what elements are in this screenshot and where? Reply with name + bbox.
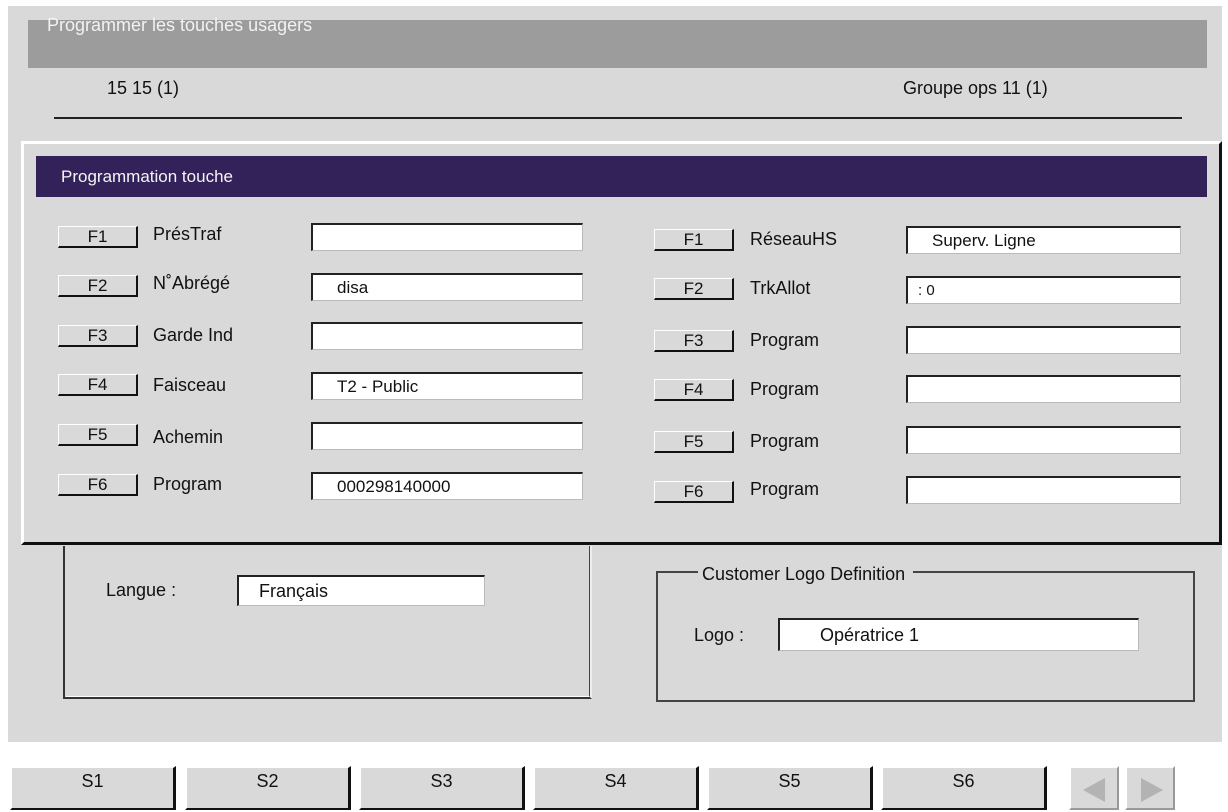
softkey-s5[interactable]: S5 bbox=[707, 766, 873, 810]
left-f2-label: N˚Abrégé bbox=[153, 273, 231, 293]
softkey-s2[interactable]: S2 bbox=[185, 766, 351, 810]
softkey-s4[interactable]: S4 bbox=[533, 766, 699, 810]
language-label: Langue : bbox=[106, 580, 177, 600]
right-f6-field[interactable] bbox=[906, 476, 1181, 504]
right-f1-label: RéseauHS bbox=[750, 229, 838, 249]
left-f4-label: Faisceau bbox=[153, 375, 227, 395]
left-f3-key[interactable]: F3 bbox=[58, 325, 138, 347]
language-field[interactable]: Français bbox=[237, 575, 485, 606]
left-f6-field[interactable]: 000298140000 bbox=[311, 472, 583, 500]
logo-label: Logo : bbox=[694, 625, 745, 645]
right-f5-key[interactable]: F5 bbox=[654, 431, 734, 453]
left-f1-field[interactable] bbox=[311, 223, 583, 251]
right-f3-field[interactable] bbox=[906, 326, 1181, 354]
right-f4-key[interactable]: F4 bbox=[654, 379, 734, 401]
right-f3-label: Program bbox=[750, 330, 820, 350]
station-label: 15 15 (1) bbox=[107, 78, 180, 98]
left-f2-field[interactable]: disa bbox=[311, 273, 583, 301]
right-f5-field[interactable] bbox=[906, 426, 1181, 454]
left-arrow-icon bbox=[1083, 778, 1105, 802]
left-f3-field[interactable] bbox=[311, 322, 583, 350]
right-f1-field[interactable]: Superv. Ligne bbox=[906, 226, 1181, 254]
key-programming-dialog: Programmation touche F1 PrésTraf F2 N˚Ab… bbox=[21, 141, 1222, 545]
left-f5-key[interactable]: F5 bbox=[58, 424, 138, 446]
left-f4-key[interactable]: F4 bbox=[58, 374, 138, 396]
left-f1-key[interactable]: F1 bbox=[58, 226, 138, 248]
left-f5-field[interactable] bbox=[311, 422, 583, 450]
right-f1-key[interactable]: F1 bbox=[654, 229, 734, 251]
right-f6-key[interactable]: F6 bbox=[654, 481, 734, 503]
left-f2-key[interactable]: F2 bbox=[58, 275, 138, 297]
right-f2-field[interactable]: : 0 bbox=[906, 276, 1181, 304]
right-f5-label: Program bbox=[750, 431, 820, 451]
header-divider bbox=[54, 117, 1182, 119]
dialog-title: Programmation touche bbox=[61, 167, 233, 186]
right-f3-key[interactable]: F3 bbox=[654, 330, 734, 352]
softkey-s1[interactable]: S1 bbox=[10, 766, 176, 810]
logo-field[interactable]: Opératrice 1 bbox=[778, 618, 1139, 651]
left-f4-field[interactable]: T2 - Public bbox=[311, 372, 583, 400]
dialog-header: Programmation touche bbox=[36, 156, 1207, 197]
prev-page-button[interactable] bbox=[1069, 766, 1119, 810]
window-title: Programmer les touches usagers bbox=[47, 15, 313, 35]
left-f6-label: Program bbox=[153, 474, 223, 494]
right-f4-label: Program bbox=[750, 379, 820, 399]
right-f6-label: Program bbox=[750, 479, 820, 499]
next-page-button[interactable] bbox=[1125, 766, 1175, 810]
logo-group-title: Customer Logo Definition bbox=[698, 564, 914, 585]
left-f5-label: Achemin bbox=[153, 427, 224, 447]
right-f2-key[interactable]: F2 bbox=[654, 278, 734, 300]
left-f3-label: Garde Ind bbox=[153, 325, 234, 345]
group-label: Groupe ops 11 (1) bbox=[903, 78, 1048, 98]
softkey-s3[interactable]: S3 bbox=[359, 766, 525, 810]
left-f1-label: PrésTraf bbox=[153, 224, 222, 244]
left-f6-key[interactable]: F6 bbox=[58, 474, 138, 496]
softkey-s6[interactable]: S6 bbox=[881, 766, 1047, 810]
language-panel bbox=[63, 546, 592, 699]
right-f4-field[interactable] bbox=[906, 375, 1181, 403]
right-arrow-icon bbox=[1141, 778, 1163, 802]
right-f2-label: TrkAllot bbox=[750, 278, 811, 298]
